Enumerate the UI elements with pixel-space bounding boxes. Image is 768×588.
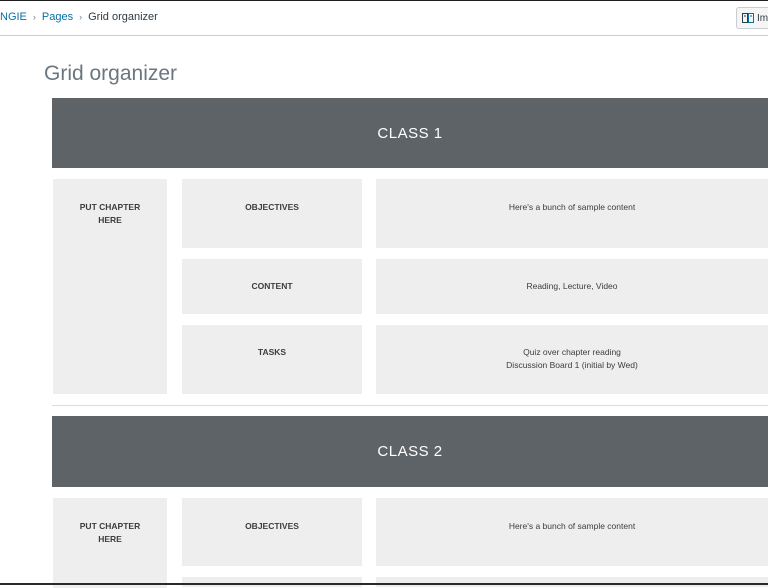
breadcrumb-separator-icon: › <box>32 12 36 22</box>
section-divider <box>52 405 768 406</box>
objectives-content: Here's a bunch of sample content <box>508 521 636 531</box>
class-2-chapter-cell: PUT CHAPTER HERE <box>53 498 167 588</box>
immersive-reader-button[interactable]: Immersive Reader <box>736 7 768 29</box>
class-2-header: CLASS 2 <box>52 416 768 487</box>
top-navigation-bar: NGIE › Pages › Grid organizer Immersive … <box>0 1 768 36</box>
page-title: Grid organizer <box>44 62 178 85</box>
class-1-tasks-content-cell: Quiz over chapter reading Discussion Boa… <box>376 325 768 394</box>
class-1-objectives-label-cell: OBJECTIVES <box>182 179 362 248</box>
class-1-objectives-content-cell: Here's a bunch of sample content <box>376 179 768 248</box>
immersive-reader-icon <box>742 13 754 23</box>
class-1-header: CLASS 1 <box>52 98 768 168</box>
class-2-next-label-cell <box>182 577 362 587</box>
class-2-objectives-content-cell: Here's a bunch of sample content <box>376 498 768 566</box>
content-content: Reading, Lecture, Video <box>526 281 618 291</box>
tasks-label: TASKS <box>257 347 287 357</box>
class-1-content-label-cell: CONTENT <box>182 259 362 314</box>
content-label: CONTENT <box>251 281 293 291</box>
class-1-tasks-label-cell: TASKS <box>182 325 362 394</box>
chapter-label: PUT CHAPTER HERE <box>79 202 141 225</box>
immersive-reader-label: Immersive Reader <box>757 12 768 24</box>
objectives-label: OBJECTIVES <box>245 521 299 531</box>
chapter-label: PUT CHAPTER HERE <box>79 521 141 544</box>
class-2-next-content-cell <box>376 577 768 587</box>
breadcrumb-course-link[interactable]: NGIE <box>0 10 27 24</box>
tasks-content-line: Discussion Board 1 (initial by Wed) <box>506 360 638 370</box>
breadcrumb-current-page: Grid organizer <box>88 11 158 23</box>
breadcrumb-pages-link[interactable]: Pages <box>42 10 73 24</box>
class-2-objectives-label-cell: OBJECTIVES <box>182 498 362 566</box>
tasks-content-line: Quiz over chapter reading <box>523 347 621 357</box>
class-1-chapter-cell: PUT CHAPTER HERE <box>53 179 167 394</box>
objectives-content: Here's a bunch of sample content <box>508 202 636 212</box>
class-1-content-content-cell: Reading, Lecture, Video <box>376 259 768 314</box>
breadcrumb: NGIE › Pages › Grid organizer <box>0 10 158 24</box>
breadcrumb-separator-icon: › <box>79 12 83 22</box>
objectives-label: OBJECTIVES <box>245 202 299 212</box>
